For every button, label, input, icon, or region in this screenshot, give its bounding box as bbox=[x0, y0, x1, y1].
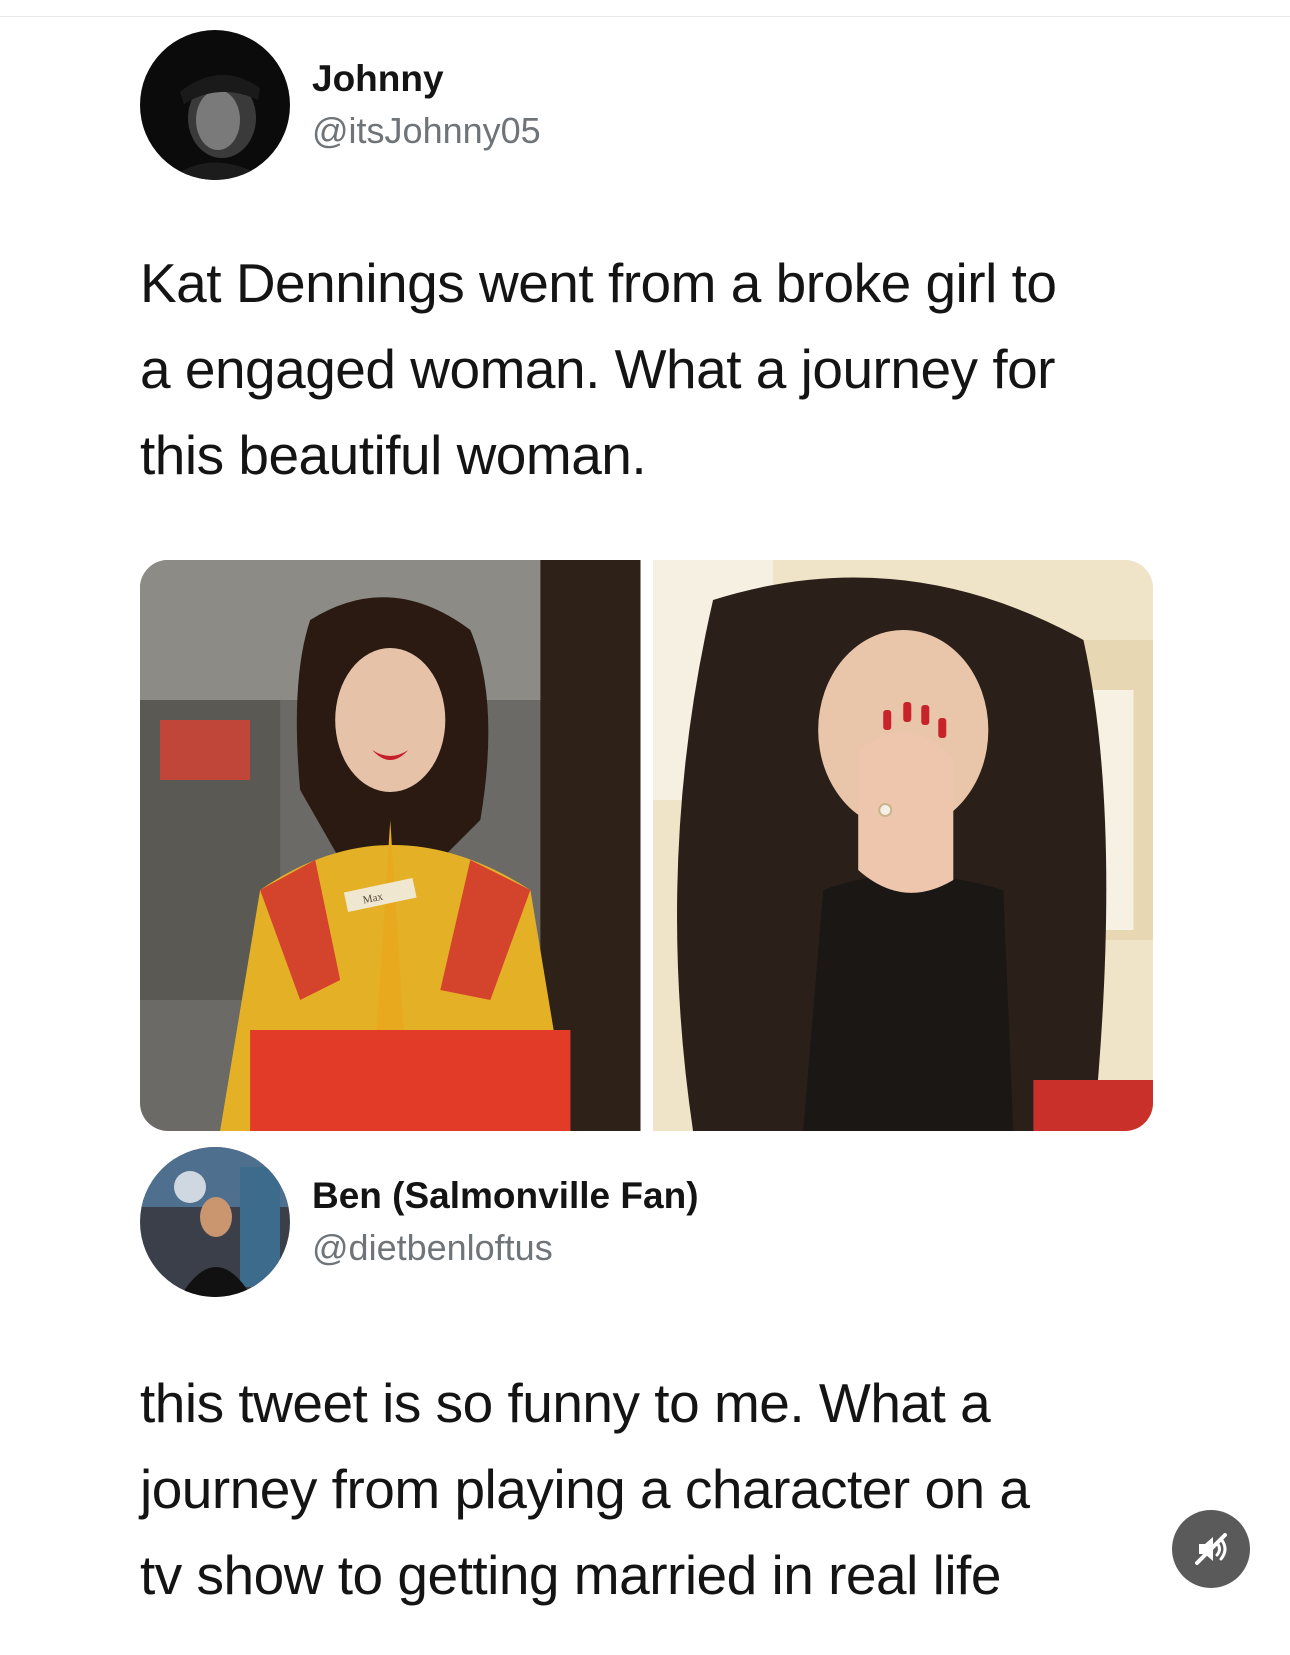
reply-handle[interactable]: @dietbenloftus bbox=[312, 1225, 699, 1271]
top-divider bbox=[0, 16, 1290, 17]
ben-avatar[interactable] bbox=[140, 1147, 290, 1297]
mute-button[interactable] bbox=[1172, 1510, 1250, 1588]
tweet-media-grid: Max bbox=[140, 560, 1153, 1131]
reply-author[interactable]: Ben (Salmonville Fan) @dietbenloftus bbox=[140, 1147, 699, 1297]
reply-text: this tweet is so funny to me. What a jou… bbox=[140, 1372, 1030, 1606]
photo-left[interactable]: Max bbox=[140, 560, 641, 1131]
reply-display-name[interactable]: Ben (Salmonville Fan) bbox=[312, 1173, 699, 1219]
author-display-name[interactable]: Johnny bbox=[312, 56, 541, 102]
speaker-muted-icon bbox=[1195, 1533, 1227, 1565]
tweet-text: Kat Dennings went from a broke girl to a… bbox=[140, 252, 1057, 486]
johnny-avatar[interactable] bbox=[140, 30, 290, 180]
photo-right[interactable] bbox=[652, 560, 1153, 1131]
tweet-author[interactable]: Johnny @itsJohnny05 bbox=[140, 30, 541, 180]
author-handle[interactable]: @itsJohnny05 bbox=[312, 108, 541, 154]
